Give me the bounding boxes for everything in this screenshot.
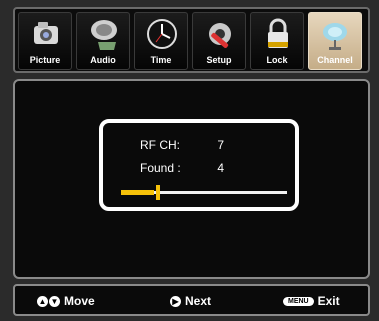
tab-label: Picture bbox=[29, 55, 61, 65]
gear-tools-icon bbox=[209, 23, 231, 48]
key-hint-bar: ▲ ▼ Move ▶ Next MENU Exit bbox=[13, 284, 370, 316]
camera-icon bbox=[34, 22, 58, 44]
tab-label: Time bbox=[150, 55, 172, 65]
tab-audio[interactable]: Audio bbox=[76, 12, 130, 70]
progress-marker bbox=[156, 185, 161, 200]
tv-osd-frame: Picture Audio Time Setup Lock Channel RF… bbox=[0, 0, 379, 321]
tab-label: Channel bbox=[317, 55, 353, 65]
next-label: Next bbox=[185, 294, 212, 308]
exit-hint: MENU Exit bbox=[283, 294, 340, 308]
scan-progress-dialog: RF CH: 7 Found : 4 bbox=[99, 119, 299, 211]
rf-channel-row: RF CH: 7 bbox=[140, 138, 224, 152]
tab-time[interactable]: Time bbox=[134, 12, 188, 70]
move-hint: ▲ ▼ Move bbox=[37, 294, 95, 308]
tab-setup[interactable]: Setup bbox=[192, 12, 246, 70]
found-label: Found : bbox=[140, 161, 181, 175]
menu-key-icon: MENU bbox=[283, 296, 314, 306]
padlock-icon bbox=[268, 18, 288, 48]
right-arrow-icon: ▶ bbox=[170, 295, 181, 307]
move-label: Move bbox=[64, 294, 95, 308]
channel-scan-panel: RF CH: 7 Found : 4 bbox=[13, 79, 370, 279]
progress-fill bbox=[121, 190, 155, 195]
rf-channel-value: 7 bbox=[217, 138, 225, 152]
tab-lock[interactable]: Lock bbox=[250, 12, 304, 70]
tab-label: Audio bbox=[90, 55, 116, 65]
tab-channel[interactable]: Channel bbox=[308, 12, 362, 70]
found-row: Found : 4 bbox=[140, 161, 224, 175]
tab-picture[interactable]: Picture bbox=[18, 12, 72, 70]
scan-progress-bar bbox=[121, 185, 287, 200]
clock-icon bbox=[147, 19, 177, 49]
tab-label: Setup bbox=[206, 55, 232, 65]
next-hint: ▶ Next bbox=[170, 294, 211, 308]
menu-tab-bar: Picture Audio Time Setup Lock Channel bbox=[13, 7, 370, 73]
tab-label: Lock bbox=[266, 55, 288, 65]
speaker-icon bbox=[91, 20, 117, 50]
satellite-dish-icon bbox=[323, 23, 347, 50]
exit-label: Exit bbox=[317, 294, 340, 308]
rf-channel-label: RF CH: bbox=[140, 138, 180, 152]
up-down-arrows-icon: ▲ ▼ bbox=[37, 295, 60, 307]
found-value: 4 bbox=[217, 161, 225, 175]
